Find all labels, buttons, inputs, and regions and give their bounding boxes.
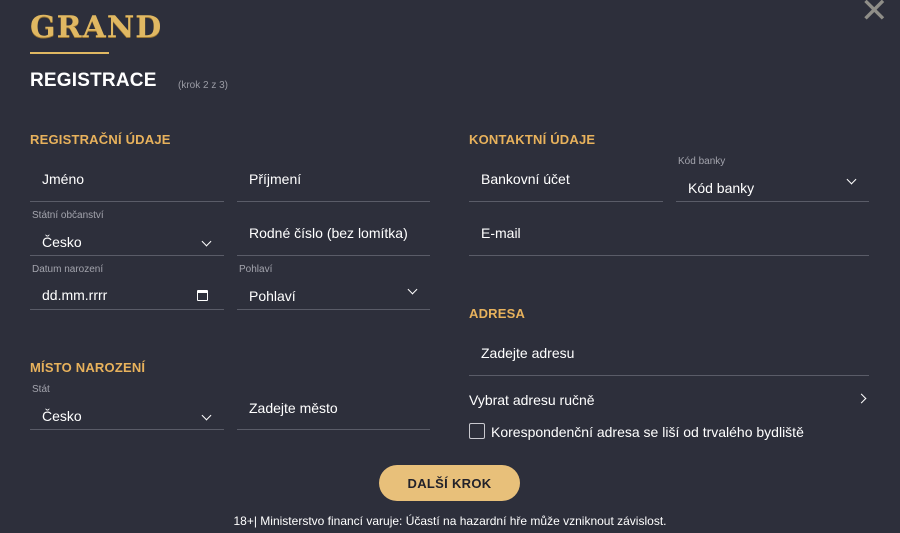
birth-number-placeholder: Rodné číslo (bez lomítka): [249, 225, 408, 241]
section-birthplace: MÍSTO NAROZENÍ: [30, 360, 146, 375]
chevron-down-icon: [201, 410, 212, 421]
chevron-right-icon: [856, 393, 867, 404]
first-name-input[interactable]: Jméno: [30, 162, 224, 202]
bank-code-value: Kód banky: [688, 180, 755, 196]
manual-address-link[interactable]: Vybrat adresu ručně: [469, 390, 869, 410]
last-name-placeholder: Příjmení: [249, 171, 302, 187]
birth-city-input[interactable]: Zadejte město: [237, 390, 430, 430]
citizenship-value: Česko: [42, 234, 82, 250]
bank-code-select[interactable]: Kód banky Kód banky: [676, 156, 869, 202]
section-address: ADRESA: [469, 306, 526, 321]
birth-country-label: Stát: [32, 384, 50, 395]
grand-logo: GRAND: [30, 10, 163, 45]
close-icon[interactable]: ✕: [860, 0, 889, 28]
citizenship-select[interactable]: Státní občanství Česko: [30, 210, 224, 256]
correspondence-label[interactable]: Korespondenční adresa se liší od trvaléh…: [491, 424, 804, 440]
calendar-icon[interactable]: [197, 290, 208, 301]
gender-label: Pohlaví: [239, 264, 273, 275]
birth-date-input[interactable]: Datum narození dd.mm.rrrr: [30, 264, 224, 310]
page-title: REGISTRACE: [30, 70, 157, 91]
chevron-down-icon: [407, 284, 418, 295]
correspondence-checkbox[interactable]: [469, 423, 485, 439]
section-registration: REGISTRAČNÍ ÚDAJE: [30, 132, 171, 147]
address-placeholder: Zadejte adresu: [481, 345, 575, 361]
birth-city-placeholder: Zadejte město: [249, 400, 338, 416]
bank-account-input[interactable]: Bankovní účet: [469, 162, 663, 202]
bank-account-placeholder: Bankovní účet: [481, 171, 570, 187]
citizenship-label: Státní občanství: [32, 210, 104, 221]
manual-address-label: Vybrat adresu ručně: [469, 392, 595, 408]
email-input[interactable]: E-mail: [469, 216, 869, 256]
birth-date-value: dd.mm.rrrr: [42, 287, 108, 303]
email-placeholder: E-mail: [481, 225, 521, 241]
birth-country-select[interactable]: Stát Česko: [30, 384, 224, 430]
bank-code-label: Kód banky: [678, 156, 726, 167]
gender-select[interactable]: Pohlaví Pohlaví: [237, 264, 430, 310]
last-name-input[interactable]: Příjmení: [237, 162, 430, 202]
birth-country-value: Česko: [42, 408, 82, 424]
next-step-button[interactable]: DALŠÍ KROK: [379, 465, 520, 501]
section-contact: KONTAKTNÍ ÚDAJE: [469, 132, 596, 147]
chevron-down-icon: [201, 236, 212, 247]
birth-date-label: Datum narození: [32, 264, 104, 275]
gambling-warning: 18+| Ministerstvo financí varuje: Účastí…: [233, 514, 667, 528]
logo-underline: [30, 52, 109, 54]
first-name-placeholder: Jméno: [42, 171, 85, 187]
address-input[interactable]: Zadejte adresu: [469, 336, 869, 376]
chevron-down-icon: [846, 174, 857, 185]
gender-value: Pohlaví: [249, 288, 296, 304]
birth-number-input[interactable]: Rodné číslo (bez lomítka): [237, 216, 430, 256]
step-indicator: (krok 2 z 3): [178, 80, 229, 91]
